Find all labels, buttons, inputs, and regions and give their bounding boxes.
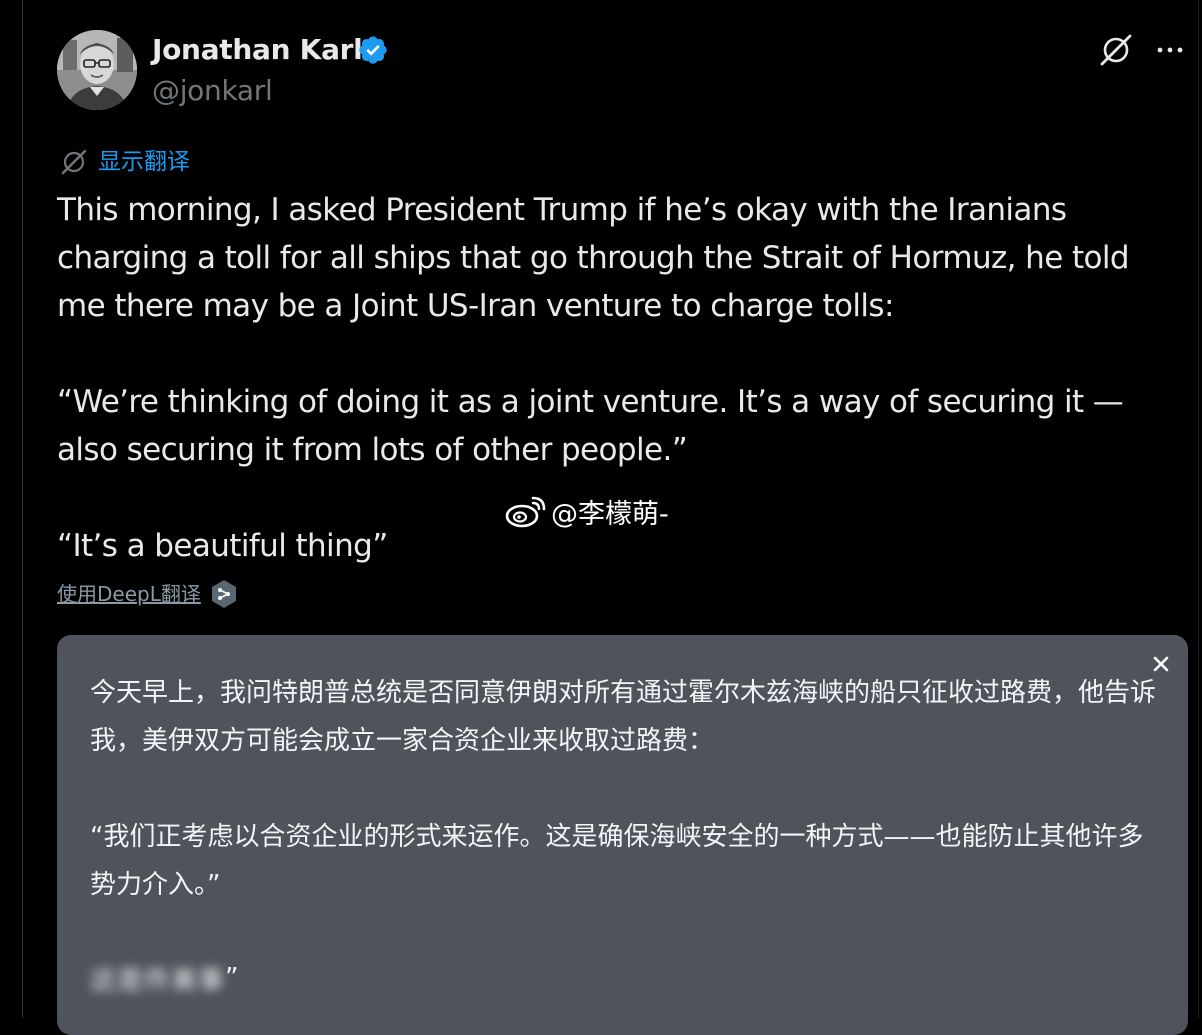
more-icon[interactable] <box>1154 36 1186 64</box>
tweet-paragraph: This morning, I asked President Trump if… <box>57 192 1130 324</box>
translate-with-deepl-button[interactable]: 使用DeepL翻译 <box>57 578 237 610</box>
right-divider <box>1198 0 1199 1018</box>
author-name[interactable]: Jonathan Karl <box>152 30 363 70</box>
grok-icon[interactable] <box>1098 32 1134 68</box>
weibo-watermark: @李檬萌- <box>505 491 669 531</box>
weibo-icon <box>505 496 546 528</box>
translation-paragraph: 今天早上，我问特朗普总统是否同意伊朗对所有通过霍尔木兹海峡的船只征收过路费，他告… <box>90 678 1157 756</box>
tweet-paragraph: “We’re thinking of doing it as a joint v… <box>57 384 1124 468</box>
translate-icon <box>61 149 87 175</box>
show-translation-label: 显示翻译 <box>98 149 190 175</box>
watermark-text: @李檬萌- <box>551 498 669 530</box>
translation-paragraph: “我们正考虑以合资企业的形式来运作。这是确保海峡安全的一种方式——也能防止其他许… <box>90 822 1144 900</box>
verified-badge-icon <box>357 34 389 66</box>
translation-blurred-line: 这是件美事 ” <box>90 958 239 998</box>
avatar[interactable] <box>57 30 137 110</box>
deepl-label: 使用DeepL翻译 <box>57 582 201 606</box>
author-handle[interactable]: @jonkarl <box>152 73 273 109</box>
closing-quote: ” <box>225 963 239 993</box>
blurred-text: 这是件美事 <box>90 965 226 996</box>
show-translation-button[interactable]: 显示翻译 <box>60 145 190 179</box>
deepl-icon <box>211 580 236 608</box>
tweet-detail-view: Jonathan Karl @jonkarl 显示翻译 This morning… <box>0 0 1202 1035</box>
left-divider <box>22 0 23 1018</box>
translation-text: 今天早上，我问特朗普总统是否同意伊朗对所有通过霍尔木兹海峡的船只征收过路费，他告… <box>90 669 1160 909</box>
